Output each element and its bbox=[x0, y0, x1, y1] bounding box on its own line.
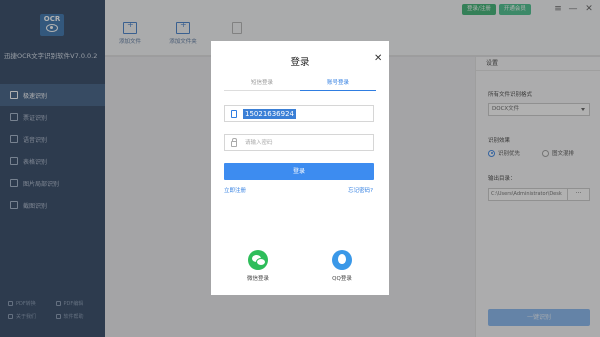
wechat-login-label: 微信登录 bbox=[246, 276, 269, 282]
tab-label: 短信登录 bbox=[250, 80, 273, 86]
lock-icon bbox=[231, 138, 237, 147]
tab-label: 账号登录 bbox=[326, 80, 349, 86]
qq-icon bbox=[332, 250, 352, 270]
login-modal: 登录 ✕ 短信登录 账号登录 15021636924 请输入密码 登录 立即注册… bbox=[211, 41, 389, 295]
phone-value: 15021636924 bbox=[243, 109, 296, 119]
forgot-password-link[interactable]: 忘记密码? bbox=[348, 186, 373, 194]
tab-sms-login[interactable]: 短信登录 bbox=[224, 78, 300, 91]
register-link[interactable]: 立即注册 bbox=[224, 186, 246, 194]
wechat-login-button[interactable]: 微信登录 bbox=[238, 250, 278, 282]
phone-field[interactable]: 15021636924 bbox=[224, 105, 374, 122]
tab-account-login[interactable]: 账号登录 bbox=[300, 78, 376, 91]
password-field[interactable]: 请输入密码 bbox=[224, 134, 374, 151]
phone-icon bbox=[231, 110, 237, 118]
login-button[interactable]: 登录 bbox=[224, 163, 374, 180]
app-window: OCR 迅捷OCR文字识别软件V7.0.0.2 极速识别 票证识别 语音识别 表… bbox=[0, 0, 600, 337]
login-tabs: 短信登录 账号登录 bbox=[224, 78, 376, 91]
password-placeholder: 请输入密码 bbox=[245, 140, 273, 146]
qq-login-label: QQ登录 bbox=[332, 276, 352, 282]
close-icon[interactable]: ✕ bbox=[374, 53, 382, 64]
wechat-icon bbox=[248, 250, 268, 270]
qq-login-button[interactable]: QQ登录 bbox=[322, 250, 362, 282]
login-title: 登录 bbox=[290, 57, 310, 68]
